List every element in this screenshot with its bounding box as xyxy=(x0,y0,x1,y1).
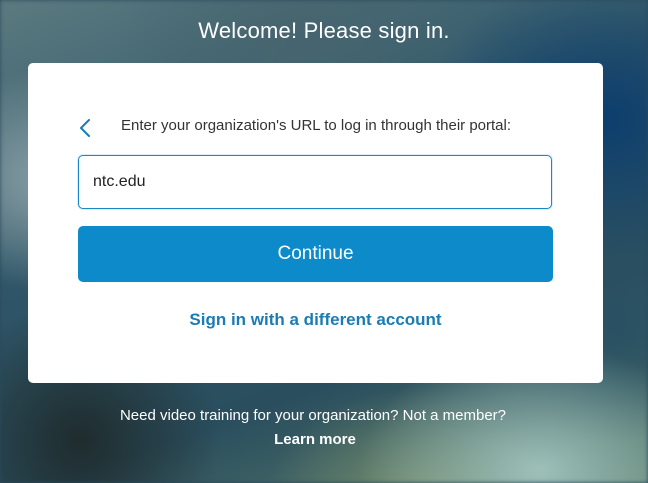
chevron-left-icon xyxy=(76,117,96,139)
sign-in-card: Enter your organization's URL to log in … xyxy=(28,63,603,383)
footer-text: Need video training for your organizatio… xyxy=(119,407,507,424)
page-title: Welcome! Please sign in. xyxy=(198,18,450,43)
learn-more-link[interactable]: Learn more xyxy=(0,431,630,448)
sign-in-different-account-link[interactable]: Sign in with a different account xyxy=(28,310,603,330)
url-prompt: Enter your organization's URL to log in … xyxy=(121,117,512,134)
back-button[interactable] xyxy=(76,117,96,139)
organization-url-input[interactable] xyxy=(78,155,552,209)
continue-button[interactable]: Continue xyxy=(78,226,553,282)
